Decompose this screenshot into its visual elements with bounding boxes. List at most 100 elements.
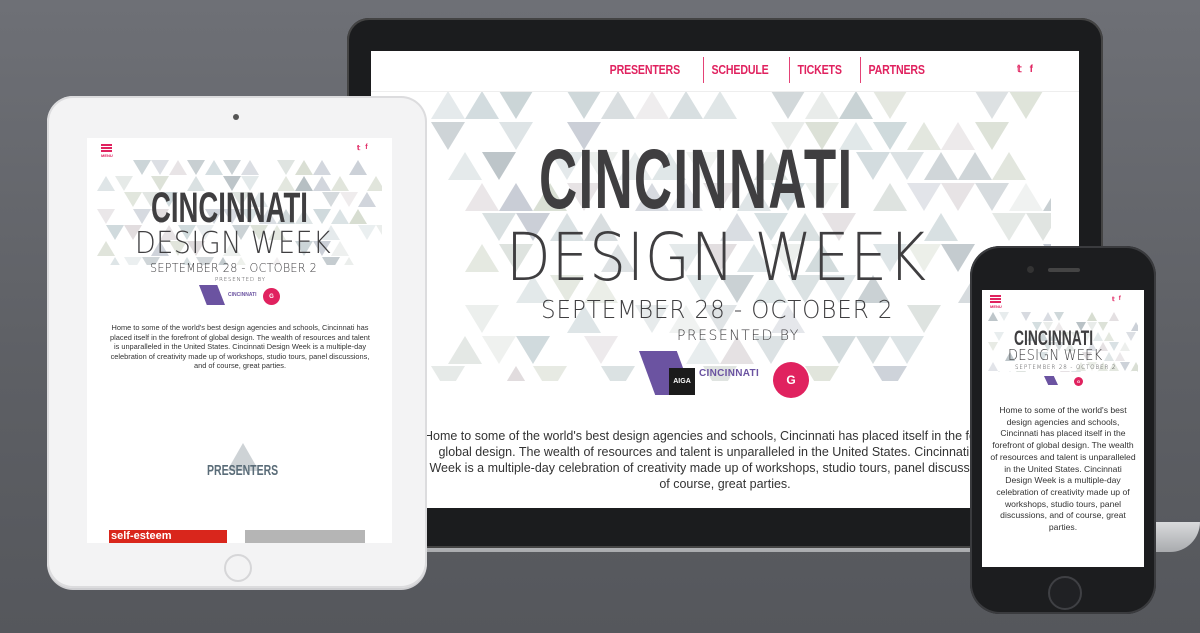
pattern-triangle <box>924 213 958 242</box>
pattern-triangle <box>516 335 550 364</box>
pattern-triangle <box>873 182 907 211</box>
pattern-triangle <box>97 241 115 256</box>
pattern-triangle <box>669 91 703 119</box>
pattern-triangle <box>924 152 958 181</box>
pattern-triangle <box>331 208 349 224</box>
phone-speaker <box>1048 268 1080 272</box>
presenter-tile-label: self-esteem <box>111 530 172 542</box>
nav-schedule-link[interactable]: SCHEDULE <box>702 57 776 83</box>
pattern-triangle <box>367 176 382 192</box>
facebook-icon[interactable]: f <box>1119 296 1121 303</box>
pattern-triangle <box>873 121 907 150</box>
pattern-triangle <box>499 182 533 211</box>
pattern-triangle <box>151 160 169 175</box>
pattern-triangle <box>1109 341 1119 351</box>
pattern-triangle <box>1136 371 1138 372</box>
pattern-triangle <box>873 91 907 119</box>
pattern-triangle <box>313 208 331 224</box>
pattern-triangle <box>988 312 998 321</box>
pattern-triangle <box>499 91 533 119</box>
nav-partners-link[interactable]: PARTNERS <box>859 57 932 83</box>
pattern-triangle <box>873 366 907 381</box>
laptop-aiga-logo[interactable]: AIGA CINCINNATI <box>639 351 759 395</box>
pattern-triangle <box>106 257 124 265</box>
pattern-triangle <box>988 361 998 371</box>
pattern-triangle <box>856 335 890 364</box>
pattern-triangle <box>358 224 376 240</box>
pattern-triangle <box>97 208 115 224</box>
phone-menu-button[interactable]: MENU <box>990 295 1002 309</box>
pattern-triangle <box>340 192 358 208</box>
tablet-hero-subtitle: DESIGN WEEK <box>135 226 332 261</box>
pattern-triangle <box>1070 371 1081 372</box>
pattern-triangle <box>241 160 259 175</box>
pattern-triangle <box>133 208 151 224</box>
pattern-triangle <box>856 152 890 181</box>
phone-aiga-logo[interactable] <box>1044 376 1058 385</box>
pattern-triangle <box>106 224 124 240</box>
pattern-triangle <box>1098 321 1108 331</box>
pattern-triangle <box>1004 371 1015 372</box>
tablet-presented-by: PRESENTED BY <box>215 277 266 283</box>
pattern-triangle <box>1125 371 1136 372</box>
pattern-triangle <box>635 91 669 119</box>
pattern-triangle <box>465 91 499 119</box>
twitter-icon[interactable]: 𝕥 <box>1112 296 1115 303</box>
laptop-presented-by: PRESENTED BY <box>677 328 800 344</box>
pattern-triangle <box>187 160 205 175</box>
pattern-triangle <box>169 160 187 175</box>
tablet-frame: MENU 𝕥 f CINCINNATI DESIGN WEEK SEPTEMBE… <box>47 96 427 588</box>
phone-frame: MENU 𝕥 f CINCINNATI DESIGN WEEK SEPTEMBE… <box>970 246 1156 614</box>
pattern-triangle <box>376 224 382 240</box>
pattern-triangle <box>205 160 223 175</box>
pattern-triangle <box>958 152 992 181</box>
laptop-nav-bar: PRESENTERS SCHEDULE TICKETS PARTNERS 𝕥 f <box>371 51 1079 92</box>
tablet-g-logo[interactable]: G <box>263 288 280 305</box>
pattern-triangle <box>465 244 499 272</box>
nav-tickets-link[interactable]: TICKETS <box>788 57 849 83</box>
nav-presenters-link[interactable]: PRESENTERS <box>602 57 688 83</box>
pattern-triangle <box>805 366 839 381</box>
pattern-triangle <box>448 152 482 181</box>
laptop-g-logo[interactable]: G <box>773 362 809 398</box>
pattern-triangle <box>1009 182 1043 211</box>
tablet-social-links: 𝕥 f <box>357 144 368 152</box>
pattern-triangle <box>465 305 499 334</box>
pattern-triangle <box>1015 371 1026 372</box>
tablet-screen: MENU 𝕥 f CINCINNATI DESIGN WEEK SEPTEMBE… <box>87 138 392 543</box>
pattern-triangle <box>941 182 975 211</box>
phone-g-logo[interactable]: G <box>1074 377 1083 386</box>
pattern-triangle <box>1131 361 1138 371</box>
pattern-triangle <box>703 91 737 119</box>
tablet-menu-button[interactable]: MENU <box>101 144 113 158</box>
phone-menu-label: MENU <box>990 304 1002 309</box>
phone-home-button[interactable] <box>1048 576 1082 610</box>
pattern-triangle <box>601 91 635 119</box>
twitter-icon[interactable]: 𝕥 <box>1017 64 1022 75</box>
pattern-triangle <box>1043 312 1053 321</box>
pattern-triangle <box>340 257 358 265</box>
tablet-aiga-logo[interactable]: CINCINNATI <box>199 285 257 305</box>
pattern-triangle <box>1048 371 1059 372</box>
pattern-triangle <box>907 182 941 211</box>
pattern-triangle <box>313 160 331 175</box>
pattern-triangle <box>1103 331 1114 341</box>
pattern-triangle <box>1059 371 1070 372</box>
tablet-menu-label: MENU <box>101 153 113 158</box>
pattern-triangle <box>1021 312 1031 321</box>
tablet-camera <box>233 114 239 120</box>
tablet-home-button[interactable] <box>224 554 252 582</box>
pattern-triangle <box>992 152 1026 181</box>
pattern-triangle <box>1109 312 1119 321</box>
laptop-hero-title: CINCINNATI <box>539 132 854 226</box>
pattern-triangle <box>907 121 941 150</box>
twitter-icon[interactable]: 𝕥 <box>357 144 360 152</box>
pattern-triangle <box>499 121 533 150</box>
pattern-triangle <box>1092 371 1103 372</box>
presenter-tile-grey[interactable] <box>245 530 365 543</box>
pattern-triangle <box>805 91 839 119</box>
facebook-icon[interactable]: f <box>1030 64 1033 75</box>
laptop-hero-subtitle: DESIGN WEEK <box>506 219 927 296</box>
facebook-icon[interactable]: f <box>365 144 367 152</box>
phone-hero-subtitle: DESIGN WEEK <box>1008 346 1103 364</box>
